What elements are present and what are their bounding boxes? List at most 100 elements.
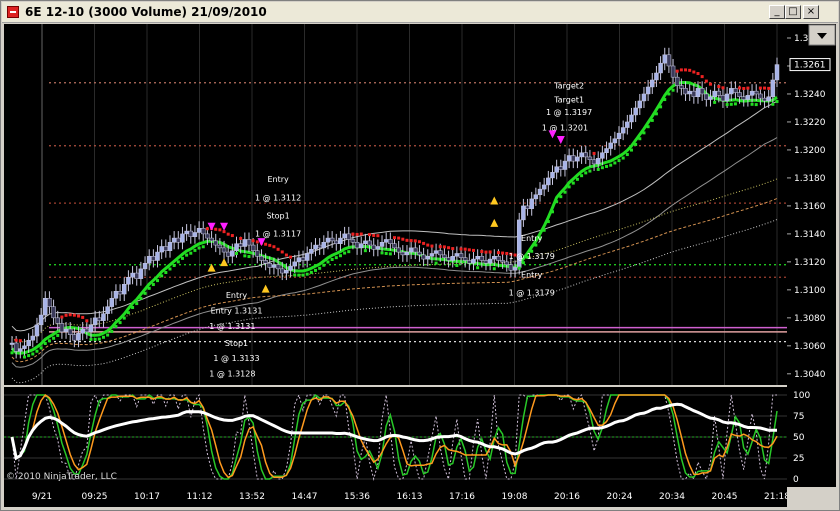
stop-dot xyxy=(126,311,130,315)
candle-body xyxy=(292,261,297,267)
candle-body xyxy=(80,328,85,334)
candle-body xyxy=(729,88,734,95)
candle-body xyxy=(221,247,227,253)
stop-dot xyxy=(708,82,712,86)
time-tick-label: 16:13 xyxy=(397,492,423,502)
candle-body xyxy=(329,237,335,242)
candle-body xyxy=(163,246,169,251)
stop-dot xyxy=(609,163,613,167)
candle-body xyxy=(22,345,27,349)
candle-body xyxy=(604,148,609,153)
candle-body xyxy=(392,243,397,249)
trade-annotation: Entry xyxy=(226,291,248,300)
stop-dot xyxy=(638,137,642,141)
stop-dot xyxy=(442,245,446,249)
stop-dot xyxy=(455,264,459,268)
maximize-button[interactable]: □ xyxy=(785,5,801,19)
time-tick-label: 13:52 xyxy=(239,492,265,502)
candle-body xyxy=(101,313,106,321)
candle-body xyxy=(650,79,655,88)
stop-dot xyxy=(767,86,771,90)
candle-body xyxy=(679,85,684,89)
stop-dot xyxy=(118,321,122,325)
candle-body xyxy=(72,334,77,341)
time-tick-label: 09:25 xyxy=(82,492,108,502)
candle-body xyxy=(167,242,173,251)
buy-arrow-icon xyxy=(261,284,270,293)
candle-body xyxy=(595,158,601,165)
stop-dot xyxy=(750,102,754,106)
candle-body xyxy=(425,256,431,260)
stop-dot xyxy=(575,177,579,181)
candle-body xyxy=(188,230,194,237)
stop-dot xyxy=(521,261,525,265)
candle-body xyxy=(88,324,94,333)
stop-dot xyxy=(143,291,147,295)
candle-body xyxy=(762,97,767,102)
candle-body xyxy=(462,257,468,261)
stop-dot xyxy=(517,266,521,270)
candle-body xyxy=(371,244,376,250)
candle-body xyxy=(84,328,90,333)
candle-body xyxy=(442,254,447,258)
stop-dot xyxy=(43,341,47,345)
price-tick-label: 1.3160 xyxy=(794,202,826,212)
candle-body xyxy=(487,258,493,264)
time-tick-label: 15:36 xyxy=(344,492,370,502)
trade-annotation: 1 @ 1.3117 xyxy=(255,230,301,239)
trade-annotation: Entry xyxy=(521,270,543,279)
buy-arrow-icon xyxy=(220,258,229,267)
candle-body xyxy=(130,272,135,278)
stop-dot xyxy=(775,100,779,104)
stop-dot xyxy=(771,102,775,106)
candle-body xyxy=(259,256,264,261)
close-button[interactable]: × xyxy=(803,5,819,19)
trade-annotation: 1 @ 1.3179 xyxy=(509,252,555,261)
candle-body xyxy=(521,205,526,221)
title-bar[interactable]: 6E 12-10 (3000 Volume) 21/09/2010 _ □ × xyxy=(2,2,838,23)
candle-body xyxy=(629,114,634,123)
stop-dot xyxy=(684,68,688,72)
minimize-button[interactable]: _ xyxy=(769,5,785,19)
candle-body xyxy=(321,242,327,249)
stop-dot xyxy=(721,86,725,90)
candle-body xyxy=(155,251,160,261)
stop-dot xyxy=(571,181,575,185)
candle-body xyxy=(34,324,40,337)
candle-body xyxy=(625,121,630,128)
candle-body xyxy=(774,64,780,81)
candle-body xyxy=(446,257,451,261)
stop-dot xyxy=(733,102,737,106)
candle-body xyxy=(242,239,248,247)
candle-body xyxy=(737,92,742,98)
candle-body xyxy=(541,184,547,190)
price-axis[interactable]: 1.32801.32601.32401.32201.32001.31801.31… xyxy=(787,24,836,487)
candle-body xyxy=(313,244,318,250)
stop-dot xyxy=(131,305,135,309)
stop-dot xyxy=(405,238,409,242)
stop-dot xyxy=(243,254,247,258)
copyright-text: © 2010 NinjaTrader, LLC xyxy=(6,472,117,482)
candle-body xyxy=(76,332,81,341)
time-axis[interactable]: 9/21 09:25 10:17 11:12 13:52 14:47 15:36 16:13 1… xyxy=(4,487,787,507)
stop-dot xyxy=(596,167,600,171)
oscillator-panel[interactable]: © 2010 NinjaTrader, LLC xyxy=(4,387,787,487)
stop-dot xyxy=(239,237,243,241)
candle-body xyxy=(600,152,605,159)
trade-annotation: Target1 xyxy=(553,95,584,104)
stop-dot xyxy=(52,336,56,340)
stop-dot xyxy=(77,314,81,318)
candle-body xyxy=(113,291,119,299)
candle-body xyxy=(309,249,314,254)
stop-dot xyxy=(247,255,251,259)
stop-dot xyxy=(172,264,176,268)
candle-body xyxy=(525,205,530,209)
candle-body xyxy=(437,250,443,256)
stop-dot xyxy=(704,79,708,83)
trade-annotation: Entry xyxy=(521,234,543,243)
stop-dot xyxy=(330,257,334,261)
stop-dot xyxy=(426,243,430,247)
stop-dot xyxy=(559,195,563,199)
scroll-arrow-button[interactable] xyxy=(808,24,836,46)
price-panel[interactable]: Entry 1 @ 1.3112 Stop1 1 @ 1.3117 Entry Entry… xyxy=(4,24,787,385)
